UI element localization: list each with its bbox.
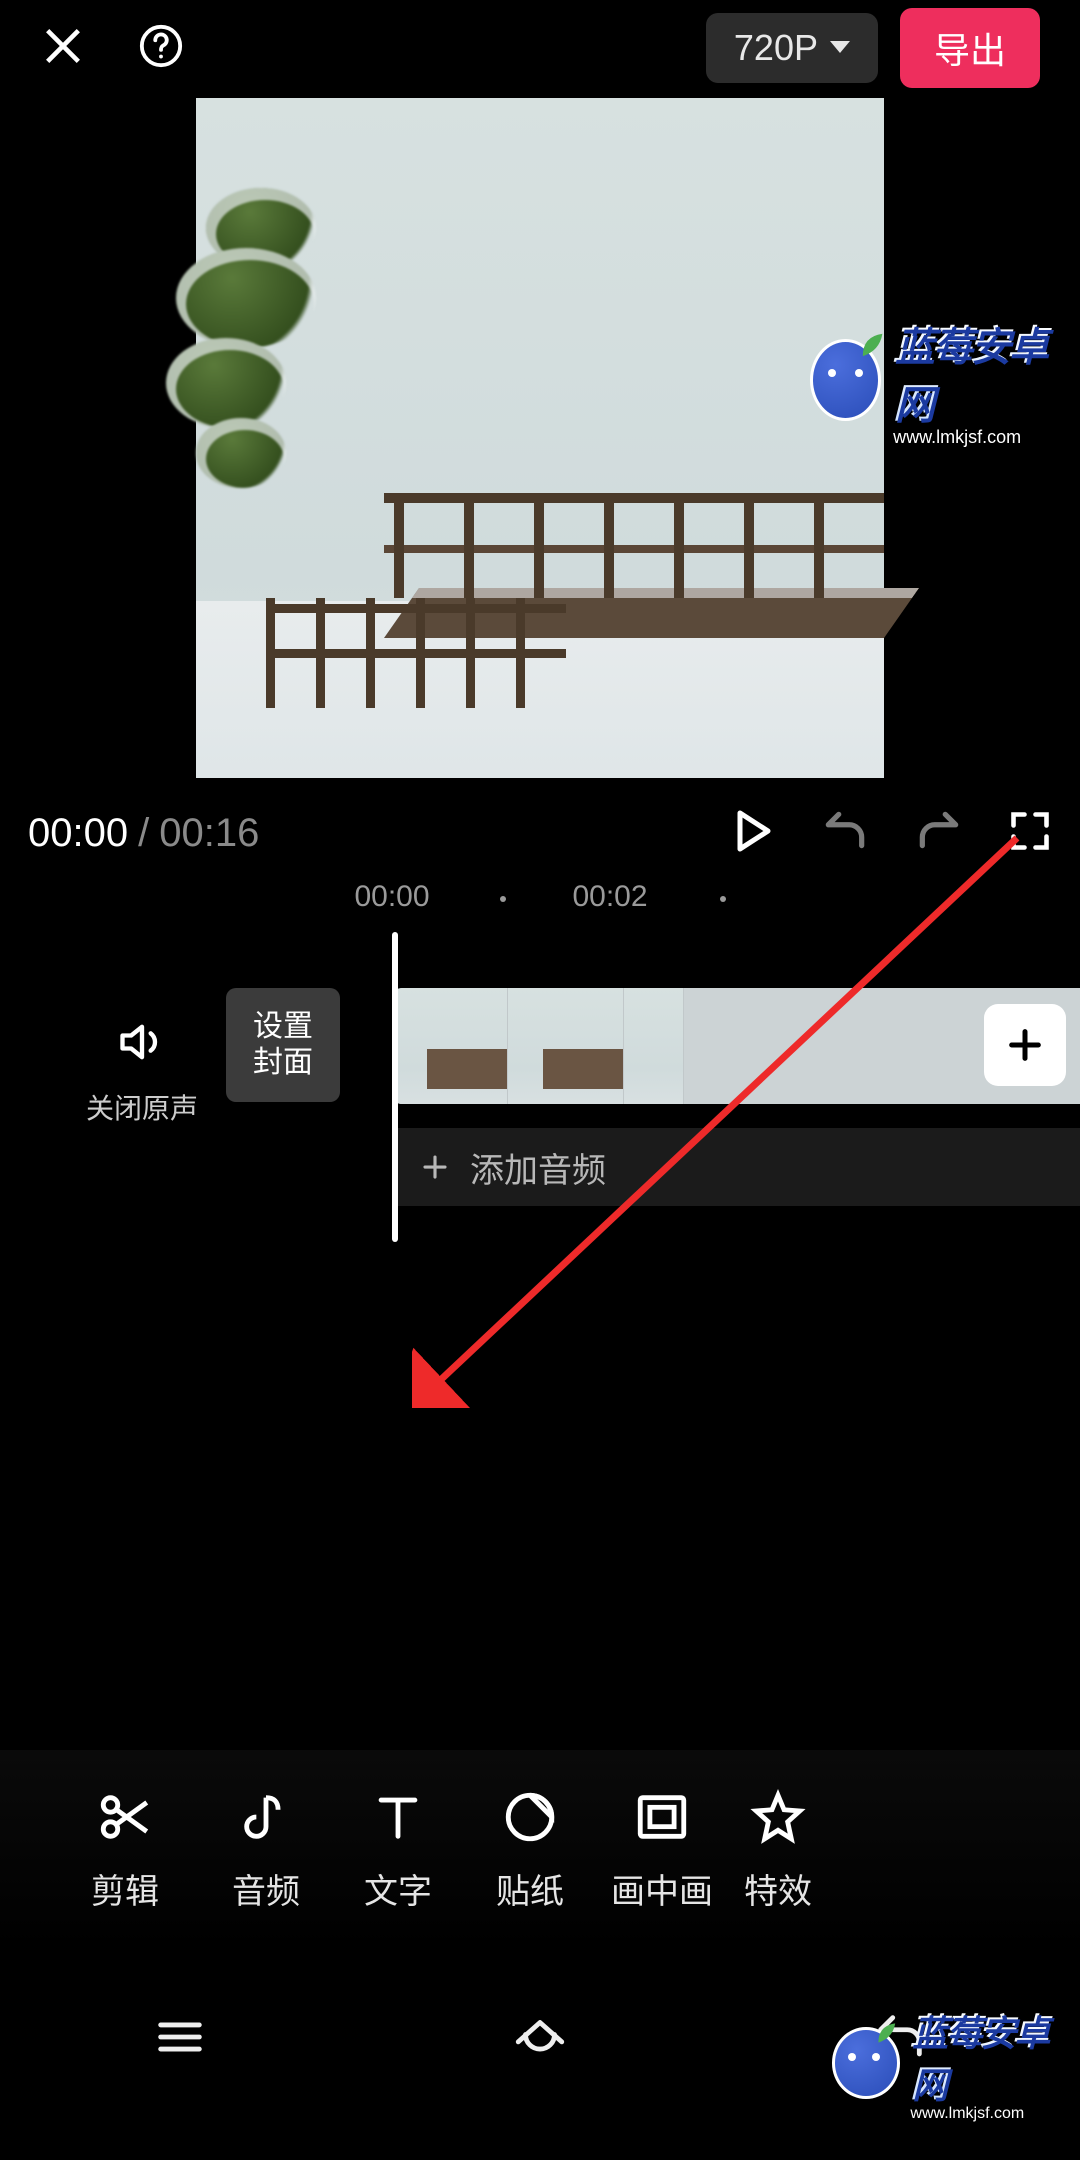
play-button[interactable] bbox=[728, 807, 776, 860]
pip-icon bbox=[633, 1788, 691, 1846]
tool-effects[interactable]: 特效 bbox=[728, 1788, 828, 1913]
text-icon bbox=[369, 1788, 427, 1846]
mute-label: 关闭原声 bbox=[72, 1087, 212, 1127]
resolution-value: 720P bbox=[734, 27, 818, 69]
timeline-ruler[interactable]: 00:00 00:02 bbox=[0, 880, 1080, 932]
video-clip[interactable] bbox=[392, 988, 1080, 1104]
chevron-down-icon bbox=[830, 41, 850, 55]
total-time: 00:16 bbox=[159, 811, 259, 856]
current-time: 00:00 bbox=[28, 811, 128, 856]
tool-text[interactable]: 文字 bbox=[332, 1788, 464, 1913]
ruler-tick-1: 00:02 bbox=[572, 880, 647, 914]
undo-button[interactable] bbox=[820, 806, 870, 861]
tool-pip[interactable]: 画中画 bbox=[596, 1788, 728, 1913]
sticker-icon bbox=[501, 1788, 559, 1846]
star-icon bbox=[749, 1788, 807, 1846]
nav-home-button[interactable] bbox=[505, 2008, 575, 2071]
tool-edit[interactable]: 剪辑 bbox=[50, 1788, 200, 1913]
music-note-icon bbox=[237, 1788, 295, 1846]
help-button[interactable] bbox=[138, 23, 184, 74]
speaker-icon bbox=[116, 1016, 168, 1068]
playhead[interactable] bbox=[392, 932, 398, 1242]
add-audio-button[interactable]: 添加音频 bbox=[392, 1128, 1080, 1206]
add-audio-label: 添加音频 bbox=[470, 1143, 606, 1192]
resolution-selector[interactable]: 720P bbox=[706, 13, 878, 83]
ruler-tick-0: 00:00 bbox=[354, 880, 429, 914]
tool-audio[interactable]: 音频 bbox=[200, 1788, 332, 1913]
nav-menu-button[interactable] bbox=[145, 2008, 215, 2071]
mute-original-button[interactable]: 关闭原声 bbox=[72, 1016, 212, 1127]
video-preview[interactable] bbox=[196, 98, 884, 778]
set-cover-button[interactable]: 设置 封面 bbox=[226, 988, 340, 1102]
redo-button[interactable] bbox=[914, 806, 964, 861]
plus-icon bbox=[420, 1152, 450, 1182]
scissors-icon bbox=[96, 1788, 154, 1846]
close-button[interactable] bbox=[40, 23, 86, 74]
watermark-logo: 蓝莓安卓网 www.lmkjsf.com bbox=[810, 336, 1058, 424]
add-clip-button[interactable] bbox=[984, 1004, 1066, 1086]
fullscreen-button[interactable] bbox=[1008, 809, 1052, 858]
time-separator: / bbox=[128, 811, 159, 856]
export-button[interactable]: 导出 bbox=[900, 8, 1040, 88]
tool-sticker[interactable]: 贴纸 bbox=[464, 1788, 596, 1913]
ruler-dot bbox=[720, 896, 726, 902]
ruler-dot bbox=[500, 896, 506, 902]
watermark-logo-bottom: 蓝莓安卓网 www.lmkjsf.com bbox=[832, 2022, 1072, 2104]
